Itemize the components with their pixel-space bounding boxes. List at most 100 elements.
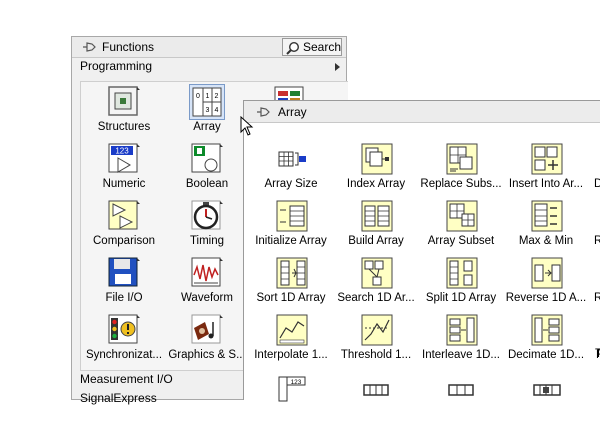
array-item-sort-1d-array[interactable]: Sort 1D Array	[248, 251, 334, 307]
array-item-array-subset[interactable]: Array Subset	[418, 194, 504, 250]
array-constant-icon-text: 123	[291, 379, 302, 386]
reverse-1d-array-icon	[531, 257, 563, 289]
array-item-index-array[interactable]: Index Array	[333, 137, 419, 193]
array-palette-title: Array	[278, 105, 307, 119]
palette-item-waveform[interactable]: Waveform	[164, 253, 250, 309]
threshold-1d-array-label: Threshold 1...	[340, 349, 412, 361]
array-icon: 0 1 2 3 4	[192, 87, 222, 117]
array-item-insert-into-array[interactable]: Insert Into Ar...	[503, 137, 589, 193]
array-title-bar[interactable]: Array	[244, 101, 600, 123]
replace-subset-icon	[446, 143, 478, 175]
build-array-label: Build Array	[348, 235, 404, 247]
sort-1d-array-icon	[276, 257, 308, 289]
array-item-row5-4[interactable]	[503, 367, 589, 423]
array-item-row5-2[interactable]	[333, 367, 419, 423]
array-item-decimate-1d-array[interactable]: Decimate 1D...	[503, 308, 589, 364]
array-size-icon	[277, 144, 307, 174]
category-measurement-io[interactable]: Measurement I/O	[80, 372, 173, 386]
palette-item-comparison[interactable]: Comparison	[81, 196, 167, 252]
numeric-label: Numeric	[102, 178, 146, 190]
array-item-partial-label: R	[594, 292, 600, 304]
max-min-label: Max & Min	[518, 235, 574, 247]
search-label: Search	[303, 40, 342, 54]
decimate-1d-array-icon	[531, 314, 563, 346]
array-subset-label: Array Subset	[427, 235, 495, 247]
palette-item-graphics-sound[interactable]: Graphics & S...	[164, 310, 250, 366]
replace-subset-label: Replace Subs...	[420, 178, 502, 190]
array-palette: Array Array Size Index Array Replace Sub…	[243, 100, 600, 404]
pin-icon[interactable]	[256, 106, 270, 118]
functions-title-bar[interactable]: Functions Search	[72, 37, 346, 58]
interleave-1d-arrays-label: Interleave 1D...	[422, 349, 500, 361]
waveform-label: Waveform	[181, 292, 233, 304]
palette-item-file-io[interactable]: File I/O	[81, 253, 167, 309]
graphics-sound-icon	[191, 314, 223, 344]
array-label: Array	[193, 121, 221, 133]
array-item-partial-label: R	[594, 235, 600, 247]
array-item-replace-subset[interactable]: Replace Subs...	[418, 137, 504, 193]
array-item-max-min[interactable]: Max & Min	[503, 194, 589, 250]
array-icon-cell: 3	[206, 107, 210, 114]
array-constant-icon: 123	[277, 374, 307, 404]
palette-item-array[interactable]: 0 1 2 3 4 Array	[164, 82, 250, 138]
traffic-light-icon	[108, 314, 140, 344]
mouse-cursor-icon	[240, 116, 254, 136]
synchronization-label: Synchronizat...	[85, 349, 163, 361]
waveform-icon	[191, 257, 223, 287]
structures-icon	[108, 86, 140, 116]
reverse-1d-array-label: Reverse 1D A...	[505, 292, 587, 304]
max-min-icon	[531, 200, 563, 232]
insert-into-array-label: Insert Into Ar...	[508, 178, 584, 190]
interpolate-1d-array-icon	[276, 314, 308, 346]
numeric-icon-text: 123	[115, 147, 129, 156]
structures-label: Structures	[97, 121, 151, 133]
chevron-right-icon[interactable]	[335, 63, 340, 71]
array-size-label: Array Size	[264, 178, 318, 190]
search-icon	[286, 41, 300, 55]
array-item-threshold-1d-array[interactable]: Threshold 1...	[333, 308, 419, 364]
graphics-sound-label: Graphics & S...	[168, 349, 246, 361]
file-io-label: File I/O	[105, 292, 143, 304]
array-item-row5-3[interactable]	[418, 367, 504, 423]
functions-title: Functions	[102, 40, 155, 54]
array-icon-cell: 4	[215, 107, 219, 114]
array-to-matrix-icon	[533, 384, 561, 396]
timing-label: Timing	[189, 235, 225, 247]
array-subset-icon	[446, 200, 478, 232]
palette-item-boolean[interactable]: Boolean	[164, 139, 250, 195]
array-item-interleave-1d-arrays[interactable]: Interleave 1D...	[418, 308, 504, 364]
boolean-label: Boolean	[185, 178, 229, 190]
interpolate-1d-array-label: Interpolate 1...	[254, 349, 328, 361]
search-1d-array-label: Search 1D Ar...	[337, 292, 415, 304]
array-item-row5-1[interactable]: 123	[248, 367, 334, 423]
search-button[interactable]: Search	[282, 38, 342, 56]
palette-item-timing[interactable]: Timing	[164, 196, 250, 252]
initialize-array-label: Initialize Array	[255, 235, 327, 247]
array-item-initialize-array[interactable]: Initialize Array	[248, 194, 334, 250]
cluster-to-array-icon	[448, 384, 474, 396]
category-signalexpress[interactable]: SignalExpress	[80, 391, 157, 405]
sort-1d-array-label: Sort 1D Array	[256, 292, 326, 304]
pin-icon[interactable]	[82, 41, 96, 53]
timing-icon	[191, 200, 223, 230]
array-item-array-size[interactable]: Array Size	[248, 137, 334, 193]
floppy-disk-icon	[108, 257, 140, 287]
index-array-icon	[361, 143, 393, 175]
palette-item-structures[interactable]: Structures	[81, 82, 167, 138]
array-item-partial-label: T	[595, 348, 600, 360]
array-item-split-1d-array[interactable]: Split 1D Array	[418, 251, 504, 307]
array-icon-cell: 1	[206, 93, 210, 100]
palette-item-numeric[interactable]: 123 Numeric	[81, 139, 167, 195]
array-item-interpolate-1d-array[interactable]: Interpolate 1...	[248, 308, 334, 364]
array-item-reverse-1d-array[interactable]: Reverse 1D A...	[503, 251, 589, 307]
search-1d-array-icon	[361, 257, 393, 289]
array-item-partial-label: D	[594, 178, 600, 190]
array-item-search-1d-array[interactable]: Search 1D Ar...	[333, 251, 419, 307]
category-programming[interactable]: Programming	[80, 59, 152, 73]
palette-item-synchronization[interactable]: Synchronizat...	[81, 310, 167, 366]
decimate-1d-array-label: Decimate 1D...	[507, 349, 585, 361]
split-1d-array-label: Split 1D Array	[425, 292, 497, 304]
numeric-icon: 123	[108, 143, 140, 173]
comparison-icon	[108, 200, 140, 230]
array-item-build-array[interactable]: Build Array	[333, 194, 419, 250]
